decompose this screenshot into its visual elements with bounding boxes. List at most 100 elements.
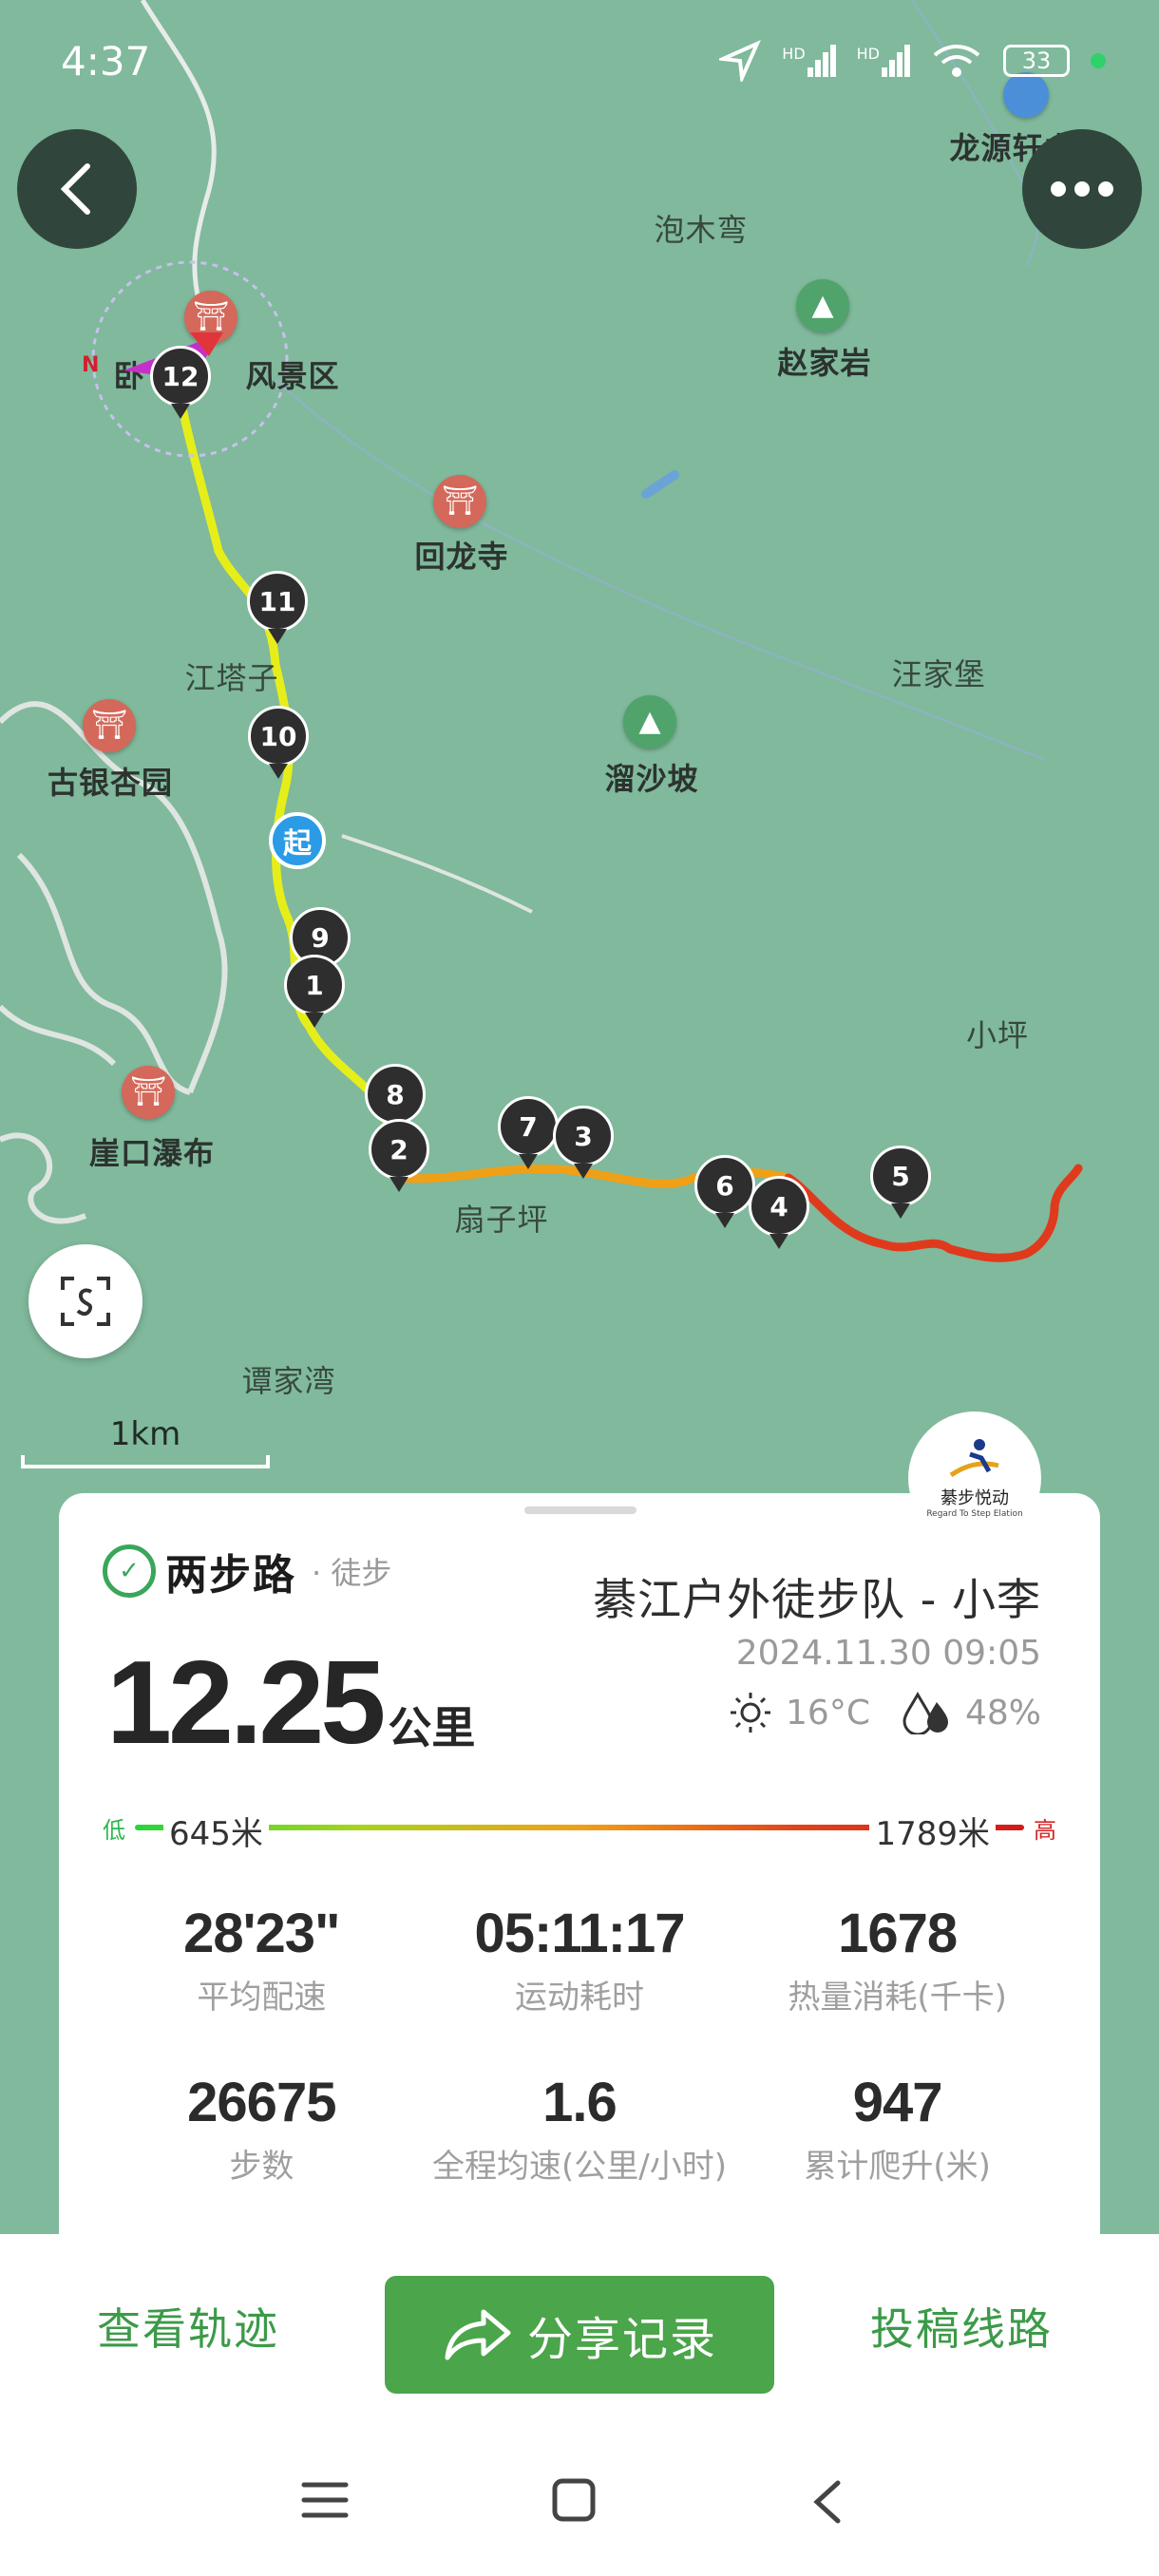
stat-label: 运动耗时: [514, 1979, 644, 2017]
system-nav-bar: [0, 2424, 1159, 2576]
action-bar: 查看轨迹 分享记录 投稿线路: [0, 2234, 1159, 2424]
place-label: 小坪: [965, 1017, 1030, 1053]
elevation-low-tag: 低: [103, 1816, 125, 1844]
stat-label: 全程均速(公里/小时): [432, 2148, 727, 2186]
status-time: 4:37: [61, 38, 151, 85]
more-button[interactable]: [1022, 129, 1142, 249]
temple-glyph-icon: ⛩: [129, 1075, 167, 1108]
signal-icon: HD: [782, 45, 836, 77]
drag-handle[interactable]: [524, 1506, 636, 1514]
elevation-min: 645米: [163, 1808, 269, 1854]
place-label: 风景区: [245, 358, 340, 394]
scan-button[interactable]: [28, 1244, 142, 1358]
stat-avg-speed: 1.6 全程均速(公里/小时): [421, 2071, 739, 2187]
distance-value: 12.25: [106, 1638, 386, 1769]
menu-icon[interactable]: [300, 2477, 350, 2523]
mountain-glyph-icon: ▲: [811, 289, 834, 322]
track-marker[interactable]: 7: [498, 1096, 559, 1157]
mountain-pin-icon[interactable]: ▲: [796, 279, 849, 332]
privacy-dot-icon: [1091, 53, 1106, 68]
team-name: 綦江户外徒步队 - 小李: [593, 1574, 1041, 1625]
stat-climb: 947 累计爬升(米): [738, 2071, 1056, 2187]
stat-value: 1678: [838, 1903, 958, 1964]
scan-icon: [61, 1277, 110, 1326]
humidity-icon: [902, 1691, 948, 1734]
stat-value: 26675: [187, 2072, 336, 2133]
compass-north-label: N: [82, 353, 100, 377]
distance-display: 12.25 公里: [106, 1636, 475, 1771]
temple-pin-icon[interactable]: ⛩: [83, 699, 136, 752]
location-arrow-icon: [719, 40, 762, 82]
scale-label: 1km: [109, 1415, 181, 1453]
stat-value: 28'23": [183, 1903, 340, 1964]
humidity: 48%: [964, 1693, 1041, 1733]
map-scale: 1km: [21, 1415, 270, 1468]
view-track-button[interactable]: 查看轨迹: [97, 2295, 279, 2358]
place-label: 泡木弯: [654, 212, 749, 248]
mountain-pin-icon[interactable]: ▲: [623, 695, 676, 748]
mountain-glyph-icon: ▲: [638, 705, 661, 738]
submit-route-button[interactable]: 投稿线路: [870, 2295, 1053, 2358]
stats-grid: 28'23" 平均配速 05:11:17 运动耗时 1678 热量消耗(千卡) …: [103, 1902, 1056, 2187]
stat-calories: 1678 热量消耗(千卡): [738, 1902, 1056, 2017]
place-label: 回龙寺: [414, 539, 509, 575]
track-marker[interactable]: 8: [365, 1064, 426, 1125]
track-marker[interactable]: 12: [150, 346, 211, 407]
network-type-label: HD: [782, 45, 806, 63]
elevation-max: 1789米: [869, 1808, 996, 1854]
battery-indicator: 33: [1003, 45, 1070, 77]
place-label: 汪家堡: [891, 656, 986, 692]
track-summary-card: ✓ 两步路 · 徒步 綦江户外徒步队 - 小李 2024.11.30 09:05…: [59, 1493, 1100, 2234]
chevron-left-icon: [60, 163, 90, 215]
stat-label: 步数: [229, 2148, 294, 2186]
share-arrow-icon: [445, 2309, 511, 2360]
status-icons: HD HD 33: [719, 40, 1106, 82]
place-label: 谭家湾: [241, 1363, 336, 1399]
track-marker[interactable]: 10: [248, 706, 309, 767]
more-dots-icon: [1051, 181, 1113, 197]
start-point-badge[interactable]: 起: [269, 812, 326, 869]
runner-logo-icon: [949, 1439, 999, 1478]
place-label: 江塔子: [184, 660, 279, 696]
network-type-label: HD: [856, 45, 880, 63]
track-marker[interactable]: 3: [553, 1106, 614, 1166]
map-roads-layer: [0, 0, 1083, 1262]
temple-pin-icon[interactable]: ⛩: [433, 475, 486, 528]
place-label: 古银杏园: [47, 765, 174, 801]
temple-pin-icon[interactable]: ⛩: [122, 1066, 175, 1119]
activity-type: · 徒步: [312, 1555, 392, 1591]
track-marker[interactable]: 5: [870, 1146, 931, 1206]
weather-info: 16°C 48%: [729, 1691, 1041, 1734]
signal-icon: HD: [857, 45, 910, 77]
stat-label: 累计爬升(米): [804, 2148, 991, 2186]
elevation-bar: 低 645米 1789米 高: [103, 1808, 1056, 1854]
elevation-high-tag: 高: [1034, 1816, 1056, 1844]
distance-unit: 公里: [388, 1702, 476, 1753]
stat-value: 05:11:17: [474, 1903, 686, 1964]
place-label: 赵家岩: [777, 345, 872, 381]
brand-row: ✓ 两步路 · 徒步: [103, 1541, 391, 1601]
place-label: 扇子坪: [454, 1202, 549, 1238]
stat-duration: 05:11:17 运动耗时: [421, 1902, 739, 2017]
track-marker[interactable]: 6: [694, 1155, 755, 1216]
club-logo: 綦步悦动 Regard To Step Elation: [908, 1411, 1041, 1544]
elevation-gradient: 645米 1789米: [135, 1808, 1024, 1854]
club-logo-text: 綦步悦动: [940, 1488, 1009, 1508]
back-button[interactable]: [17, 129, 137, 249]
track-marker[interactable]: 4: [749, 1176, 809, 1237]
back-nav-icon[interactable]: [808, 2477, 846, 2527]
stat-value: 947: [852, 2072, 943, 2133]
place-label: 崖口瀑布: [88, 1135, 216, 1171]
scale-bar: [21, 1455, 270, 1468]
track-marker[interactable]: 1: [284, 955, 345, 1015]
stat-avg-pace: 28'23" 平均配速: [103, 1902, 421, 2017]
track-marker[interactable]: 11: [247, 571, 308, 632]
share-record-button[interactable]: 分享记录: [385, 2276, 774, 2394]
wifi-icon: [933, 45, 980, 77]
home-icon[interactable]: [551, 2477, 597, 2523]
track-marker[interactable]: 2: [369, 1119, 429, 1180]
record-datetime: 2024.11.30 09:05: [735, 1634, 1041, 1673]
sun-icon: [731, 1693, 771, 1733]
temple-glyph-icon: ⛩: [441, 484, 479, 518]
brand-logo-icon: ✓: [103, 1544, 156, 1598]
